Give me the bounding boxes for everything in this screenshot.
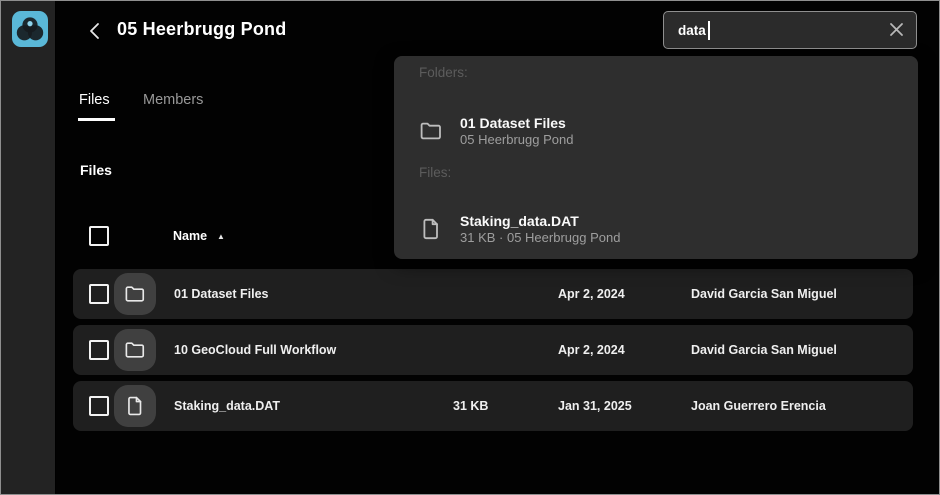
sidebar xyxy=(1,1,56,494)
clear-search-button[interactable] xyxy=(884,19,908,43)
folders-group-label: Folders: xyxy=(419,65,468,80)
row-checkbox[interactable] xyxy=(89,340,109,360)
result-subtitle: 05 Heerbrugg Pond xyxy=(460,132,573,148)
page-title: 05 Heerbrugg Pond xyxy=(117,19,286,40)
search-input[interactable] xyxy=(664,12,916,48)
tab-members-label: Members xyxy=(143,92,203,108)
row-checkbox[interactable] xyxy=(89,396,109,416)
logo-trefoil xyxy=(12,11,48,47)
name-column-label: Name xyxy=(173,229,207,243)
result-subtitle: 31 KB · 05 Heerbrugg Pond xyxy=(460,230,620,246)
text-caret xyxy=(708,21,710,40)
search-result-file[interactable]: Staking_data.DAT 31 KB · 05 Heerbrugg Po… xyxy=(419,206,889,252)
sort-ascending-icon: ▲ xyxy=(217,232,225,241)
row-date: Apr 2, 2024 xyxy=(558,325,625,375)
table-row[interactable]: 01 Dataset Files Apr 2, 2024 David Garci… xyxy=(73,269,913,319)
file-icon xyxy=(419,217,443,241)
back-button[interactable] xyxy=(83,20,107,44)
chevron-left-icon xyxy=(84,20,106,42)
tab-files-label: Files xyxy=(79,92,110,108)
close-icon xyxy=(888,21,905,38)
geocloud-logo-icon[interactable] xyxy=(12,11,48,47)
file-icon xyxy=(114,385,156,427)
row-owner: David Garcia San Miguel xyxy=(691,325,837,375)
search-result-folder[interactable]: 01 Dataset Files 05 Heerbrugg Pond xyxy=(419,108,889,154)
column-header-name[interactable]: Name ▲ xyxy=(173,229,225,243)
row-owner: David Garcia San Miguel xyxy=(691,269,837,319)
row-date: Apr 2, 2024 xyxy=(558,269,625,319)
table-row[interactable]: 10 GeoCloud Full Workflow Apr 2, 2024 Da… xyxy=(73,325,913,375)
row-checkbox[interactable] xyxy=(89,284,109,304)
result-title: Staking_data.DAT xyxy=(460,213,620,230)
folder-icon xyxy=(419,119,443,143)
tab-members[interactable]: Members xyxy=(143,92,203,108)
files-section-heading: Files xyxy=(80,162,112,178)
search-box[interactable] xyxy=(663,11,917,49)
app-window: 05 Heerbrugg Pond Files Members Files Na… xyxy=(0,0,940,495)
result-text: Staking_data.DAT 31 KB · 05 Heerbrugg Po… xyxy=(460,213,620,246)
folder-icon xyxy=(114,273,156,315)
result-text: 01 Dataset Files 05 Heerbrugg Pond xyxy=(460,115,573,148)
row-name: 01 Dataset Files xyxy=(174,269,269,319)
tab-files[interactable]: Files xyxy=(79,92,110,108)
files-group-label: Files: xyxy=(419,165,451,180)
select-all-checkbox[interactable] xyxy=(89,226,109,246)
search-results-panel: Folders: 01 Dataset Files 05 Heerbrugg P… xyxy=(394,56,918,259)
row-date: Jan 31, 2025 xyxy=(558,381,632,431)
file-table: 01 Dataset Files Apr 2, 2024 David Garci… xyxy=(73,269,913,437)
row-size: 31 KB xyxy=(453,381,488,431)
folder-icon xyxy=(114,329,156,371)
table-row[interactable]: Staking_data.DAT 31 KB Jan 31, 2025 Joan… xyxy=(73,381,913,431)
row-name: Staking_data.DAT xyxy=(174,381,280,431)
row-owner: Joan Guerrero Erencia xyxy=(691,381,826,431)
row-name: 10 GeoCloud Full Workflow xyxy=(174,325,336,375)
result-title: 01 Dataset Files xyxy=(460,115,573,132)
